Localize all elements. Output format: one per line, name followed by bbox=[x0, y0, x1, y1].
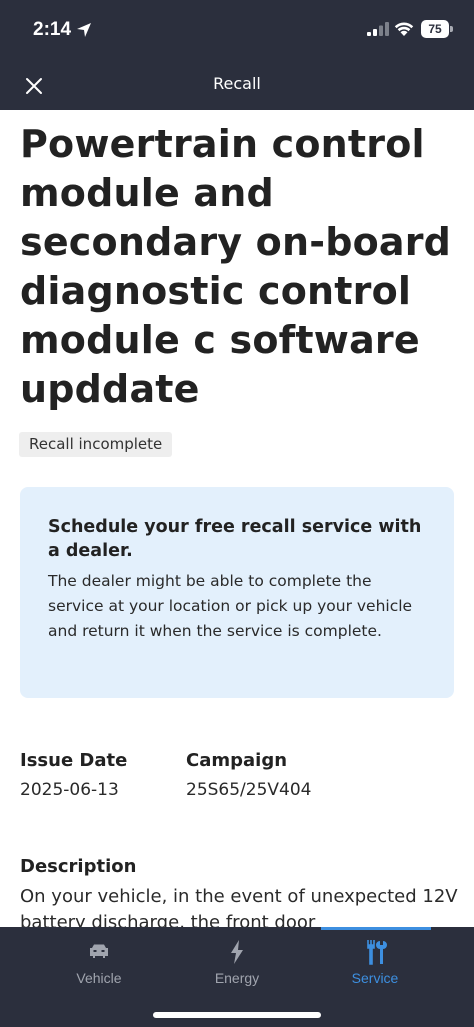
car-icon bbox=[90, 944, 108, 958]
location-arrow-icon bbox=[77, 23, 91, 37]
status-bar: 2:14 75 bbox=[0, 0, 474, 60]
campaign-field: Campaign 25S65/25V404 bbox=[186, 750, 312, 800]
recall-content[interactable]: Powertrain control module and secondary … bbox=[0, 110, 474, 927]
battery-level: 75 bbox=[428, 22, 442, 36]
cellular-signal-icon bbox=[367, 22, 389, 36]
issue-date-label: Issue Date bbox=[20, 750, 128, 771]
recall-title: Powertrain control module and secondary … bbox=[20, 122, 452, 411]
issue-date-value: 2025-06-13 bbox=[20, 780, 119, 800]
nav-bar: Recall bbox=[0, 60, 474, 110]
description-heading: Description bbox=[20, 856, 137, 877]
lightning-icon bbox=[231, 940, 243, 964]
recall-status-badge: Recall incomplete bbox=[19, 432, 173, 457]
app-header: 2:14 75 Recall bbox=[0, 0, 474, 110]
tab-service-label: Service bbox=[351, 970, 399, 986]
tab-vehicle[interactable]: Vehicle bbox=[20, 927, 178, 1002]
wifi-icon bbox=[394, 22, 414, 36]
bottom-tab-bar: Vehicle Energy Service bbox=[0, 927, 474, 1027]
schedule-service-card: Schedule your free recall service with a… bbox=[20, 487, 454, 698]
campaign-label: Campaign bbox=[186, 750, 288, 771]
battery-tip bbox=[450, 26, 453, 32]
issue-date-field: Issue Date 2025-06-13 bbox=[20, 750, 127, 800]
description-text: On your vehicle, in the event of unexpec… bbox=[20, 886, 458, 927]
tab-energy[interactable]: Energy bbox=[158, 927, 316, 1002]
status-time: 2:14 bbox=[33, 19, 72, 40]
page-header-title: Recall bbox=[213, 74, 261, 93]
home-indicator[interactable] bbox=[153, 1012, 321, 1018]
battery-icon: 75 bbox=[421, 20, 453, 38]
card-title: Schedule your free recall service with a… bbox=[48, 517, 422, 561]
tab-service[interactable]: Service bbox=[296, 927, 454, 1002]
campaign-value: 25S65/25V404 bbox=[186, 780, 312, 800]
tools-icon bbox=[367, 940, 387, 965]
tab-energy-label: Energy bbox=[214, 970, 260, 986]
card-body: The dealer might be able to complete the… bbox=[48, 572, 413, 640]
tab-vehicle-label: Vehicle bbox=[76, 970, 122, 986]
